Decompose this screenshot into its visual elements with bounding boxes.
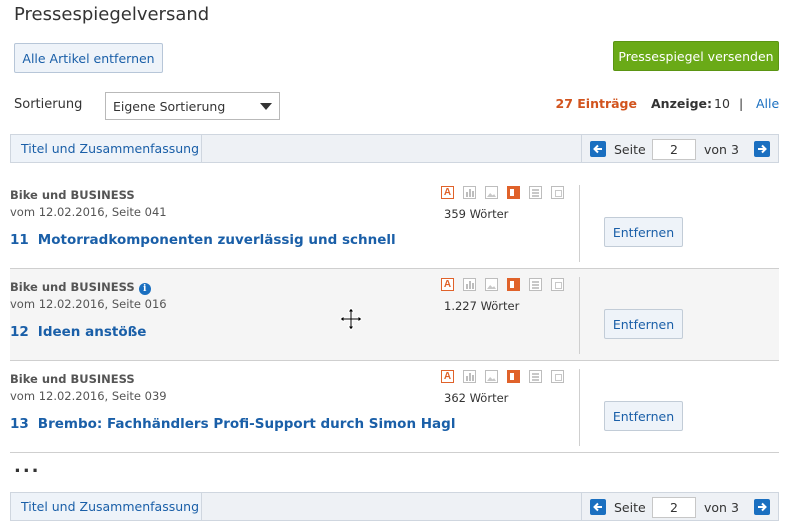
article-headline[interactable]: 13 Brembo: Fachhändlers Profi-Support dur… — [10, 416, 455, 432]
next-page-icon[interactable] — [754, 141, 770, 157]
display-all-link[interactable]: Alle — [756, 96, 779, 111]
article-row: Bike und BUSINESS vom 12.02.2016, Seite … — [10, 177, 779, 269]
chart-icon — [463, 186, 476, 199]
page-label: Seite — [614, 500, 646, 515]
divider — [579, 185, 580, 262]
tab-title-summary[interactable]: Titel und Zusammenfassung — [11, 135, 202, 162]
page-title: Pressespiegelversand — [14, 4, 210, 25]
article-date: vom 12.02.2016, Seite 016 — [10, 297, 167, 311]
excel-icon — [551, 278, 564, 291]
page-label: Seite — [614, 142, 646, 157]
chart-icon — [463, 370, 476, 383]
remove-article-button[interactable]: Entfernen — [604, 309, 683, 339]
move-cursor-icon — [339, 307, 363, 331]
layout-icon[interactable] — [507, 278, 520, 291]
pagination: Seite 2 von 3 — [581, 493, 778, 520]
grid-icon — [529, 278, 542, 291]
sort-select[interactable]: Eigene Sortierung — [105, 92, 280, 120]
article-title[interactable]: Ideen anstöße — [38, 324, 147, 340]
grid-icon — [529, 186, 542, 199]
sort-label: Sortierung — [14, 97, 83, 112]
article-number: 13 — [10, 416, 29, 432]
text-icon[interactable]: A — [441, 370, 454, 383]
layout-icon[interactable] — [507, 186, 520, 199]
prev-page-icon[interactable] — [590, 141, 606, 157]
article-headline[interactable]: 11 Motorradkomponenten zuverlässig und sc… — [10, 232, 396, 248]
image-icon — [485, 278, 498, 291]
page-number-input[interactable]: 2 — [652, 497, 696, 518]
display-count-10[interactable]: 10 — [714, 96, 730, 111]
article-date: vom 12.02.2016, Seite 041 — [10, 205, 167, 219]
prev-page-icon[interactable] — [590, 499, 606, 515]
divider — [579, 277, 580, 354]
article-number: 12 — [10, 324, 29, 340]
article-icons: A — [441, 186, 564, 199]
article-row: Bike und BUSINESS vom 12.02.2016, Seite … — [10, 361, 779, 453]
word-count: 362 Wörter — [444, 391, 509, 405]
image-icon — [485, 186, 498, 199]
divider — [579, 369, 580, 446]
next-page-icon[interactable] — [754, 499, 770, 515]
article-source: Bike und BUSINESS — [10, 188, 135, 202]
layout-icon[interactable] — [507, 370, 520, 383]
word-count: 359 Wörter — [444, 207, 509, 221]
text-icon[interactable]: A — [441, 186, 454, 199]
article-date: vom 12.02.2016, Seite 039 — [10, 389, 167, 403]
page-total: von 3 — [704, 500, 739, 515]
article-headline[interactable]: 12 Ideen anstöße — [10, 324, 146, 340]
article-title[interactable]: Motorradkomponenten zuverlässig und schn… — [38, 232, 396, 248]
chevron-down-icon — [260, 103, 272, 110]
remove-article-button[interactable]: Entfernen — [604, 217, 683, 247]
excel-icon — [551, 370, 564, 383]
chart-icon — [463, 278, 476, 291]
sort-selected-value: Eigene Sortierung — [113, 98, 226, 114]
remove-all-button[interactable]: Alle Artikel entfernen — [14, 43, 163, 73]
excel-icon — [551, 186, 564, 199]
article-row: Bike und BUSINESS i vom 12.02.2016, Seite… — [10, 269, 779, 361]
image-icon — [485, 370, 498, 383]
pager-bar-bottom: Titel und Zusammenfassung Seite 2 von 3 — [10, 492, 779, 521]
text-icon[interactable]: A — [441, 278, 454, 291]
tab-title-summary[interactable]: Titel und Zusammenfassung — [11, 493, 202, 520]
display-label: Anzeige: — [651, 96, 713, 111]
word-count: 1.227 Wörter — [444, 299, 520, 313]
article-icons: A — [441, 278, 564, 291]
entry-count: 27 Einträge — [555, 96, 637, 111]
article-source: Bike und BUSINESS i — [10, 280, 151, 295]
send-press-review-button[interactable]: Pressespiegel versenden — [613, 41, 779, 71]
display-separator: | — [739, 96, 744, 111]
info-icon[interactable]: i — [138, 283, 151, 295]
more-indicator: ... — [14, 456, 41, 477]
remove-article-button[interactable]: Entfernen — [604, 401, 683, 431]
pagination: Seite 2 von 3 — [581, 135, 778, 162]
article-icons: A — [441, 370, 564, 383]
article-source: Bike und BUSINESS — [10, 372, 135, 386]
page-total: von 3 — [704, 142, 739, 157]
pager-bar-top: Titel und Zusammenfassung Seite 2 von 3 — [10, 134, 779, 163]
article-title[interactable]: Brembo: Fachhändlers Profi-Support durch… — [38, 416, 456, 432]
article-number: 11 — [10, 232, 29, 248]
page-number-input[interactable]: 2 — [652, 139, 696, 160]
grid-icon — [529, 370, 542, 383]
